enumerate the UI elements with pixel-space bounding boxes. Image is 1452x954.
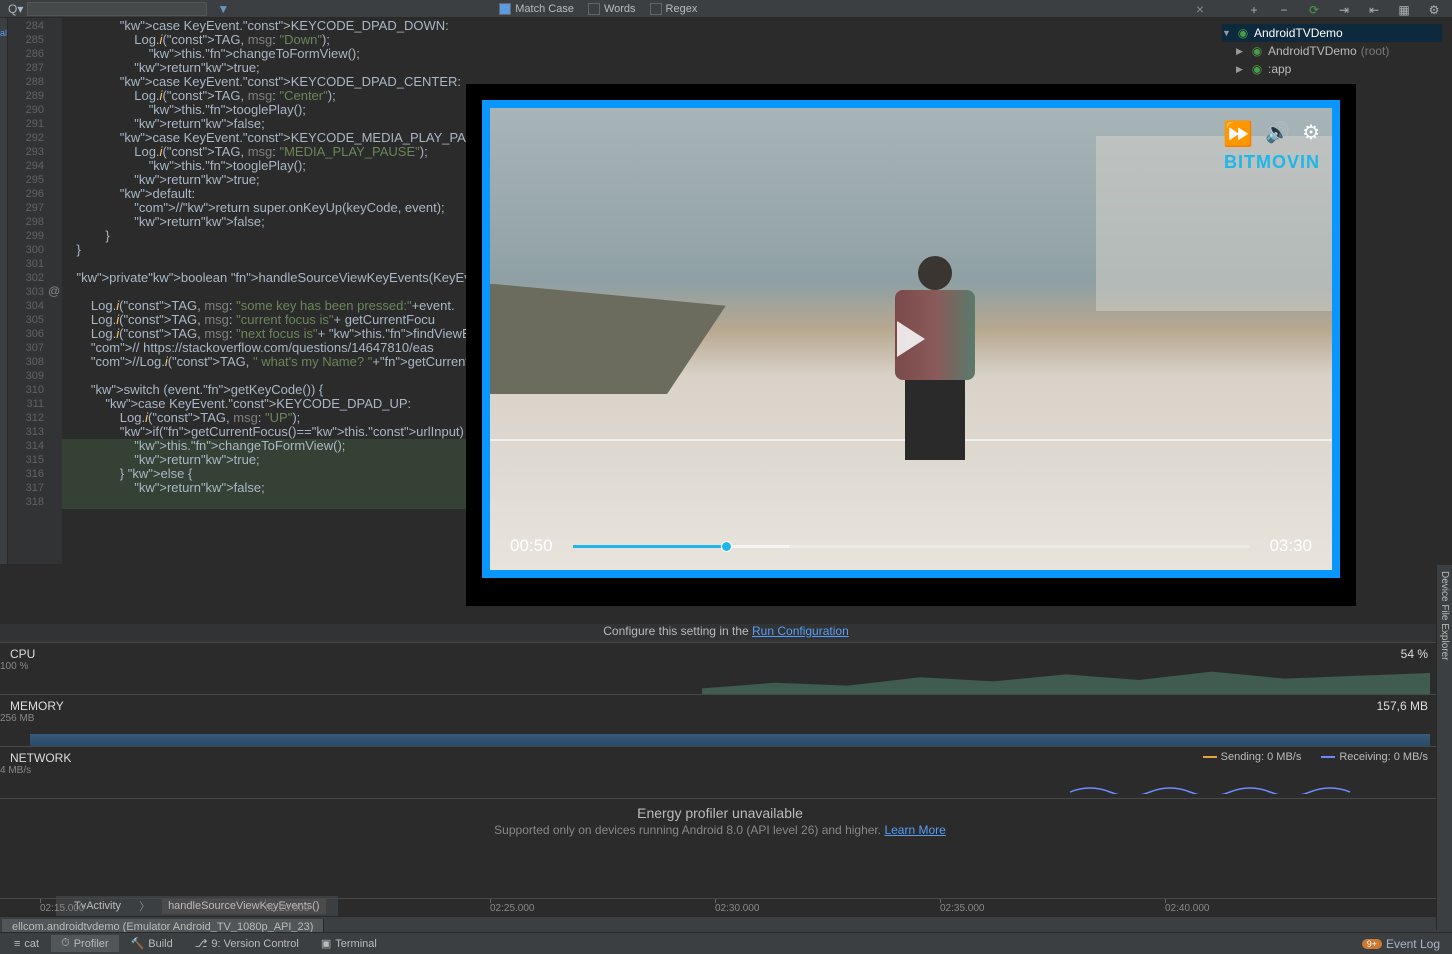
network-profiler[interactable]: NETWORK 4 MB/s Sending: 0 MB/s Receiving… (0, 746, 1440, 798)
collapse-icon[interactable]: ⇥ (1336, 2, 1352, 18)
regex-checkbox[interactable]: Regex (650, 3, 698, 15)
tree-app[interactable]: :app (1268, 62, 1291, 76)
code-editor[interactable]: 284 "kw">case KeyEvent."const">KEYCODE_D… (8, 18, 480, 564)
vcs-tab[interactable]: ⎇9: Version Control (185, 935, 309, 952)
filter-icon[interactable]: ▼ (217, 2, 229, 16)
tree-root[interactable]: AndroidTVDemo (1254, 26, 1343, 40)
event-log[interactable]: 9+Event Log (1362, 937, 1448, 951)
emulator-window: ⏩ 🔊 ⚙ BITMOVIN 00:50 03:30 (466, 84, 1356, 606)
config-hint: Configure this setting in the Run Config… (0, 624, 1452, 642)
cpu-profiler[interactable]: CPU 100 % 54 % (0, 642, 1440, 694)
words-checkbox[interactable]: Words (588, 3, 636, 15)
current-time: 00:50 (510, 536, 553, 556)
search-input[interactable] (27, 2, 207, 16)
minus-icon[interactable]: − (1276, 2, 1292, 18)
logcat-tab[interactable]: ≡cat (4, 936, 49, 952)
sync-icon[interactable]: ⟳ (1306, 2, 1322, 18)
left-gutter: al (0, 18, 8, 564)
search-icon: Q▾ (8, 2, 23, 16)
cast-icon[interactable]: ⏩ (1223, 120, 1253, 149)
tree-module[interactable]: AndroidTVDemo (1268, 44, 1357, 58)
bitmovin-logo: BITMOVIN (1224, 152, 1320, 173)
learn-more-link[interactable]: Learn More (884, 823, 945, 837)
memory-profiler[interactable]: MEMORY 256 MB 157,6 MB (0, 694, 1440, 746)
duration: 03:30 (1269, 536, 1312, 556)
matchcase-checkbox[interactable]: Match Case (499, 3, 574, 15)
run-config-link[interactable]: Run Configuration (752, 624, 849, 638)
matchcase-label: Match Case (515, 3, 574, 15)
build-tab[interactable]: 🔨Build (121, 935, 183, 952)
words-label: Words (604, 3, 636, 15)
profiler-tab[interactable]: ⏱Profiler (51, 935, 118, 952)
timeline[interactable]: 02:15.00002:20.00002:25.00002:30.00002:3… (0, 898, 1440, 918)
device-explorer-tab[interactable]: Device File Explorer (1436, 565, 1452, 930)
override-mark[interactable]: @ (48, 284, 60, 298)
settings-icon[interactable]: ⚙ (1426, 2, 1442, 18)
expand-icon[interactable]: ▦ (1396, 2, 1412, 18)
play-button[interactable] (886, 314, 936, 364)
progress-bar[interactable] (573, 545, 1250, 548)
volume-icon[interactable]: 🔊 (1265, 120, 1290, 149)
close-icon[interactable]: × (1196, 1, 1204, 17)
energy-profiler: Energy profiler unavailable Supported on… (0, 798, 1440, 852)
terminal-tab[interactable]: ▣Terminal (311, 935, 387, 952)
project-tree[interactable]: ▼◉AndroidTVDemo ▶◉AndroidTVDemo (root) ▶… (1222, 24, 1442, 78)
collapse2-icon[interactable]: ⇤ (1366, 2, 1382, 18)
plus-icon[interactable]: + (1246, 2, 1262, 18)
gear-icon[interactable]: ⚙ (1302, 120, 1320, 149)
regex-label: Regex (666, 3, 698, 15)
